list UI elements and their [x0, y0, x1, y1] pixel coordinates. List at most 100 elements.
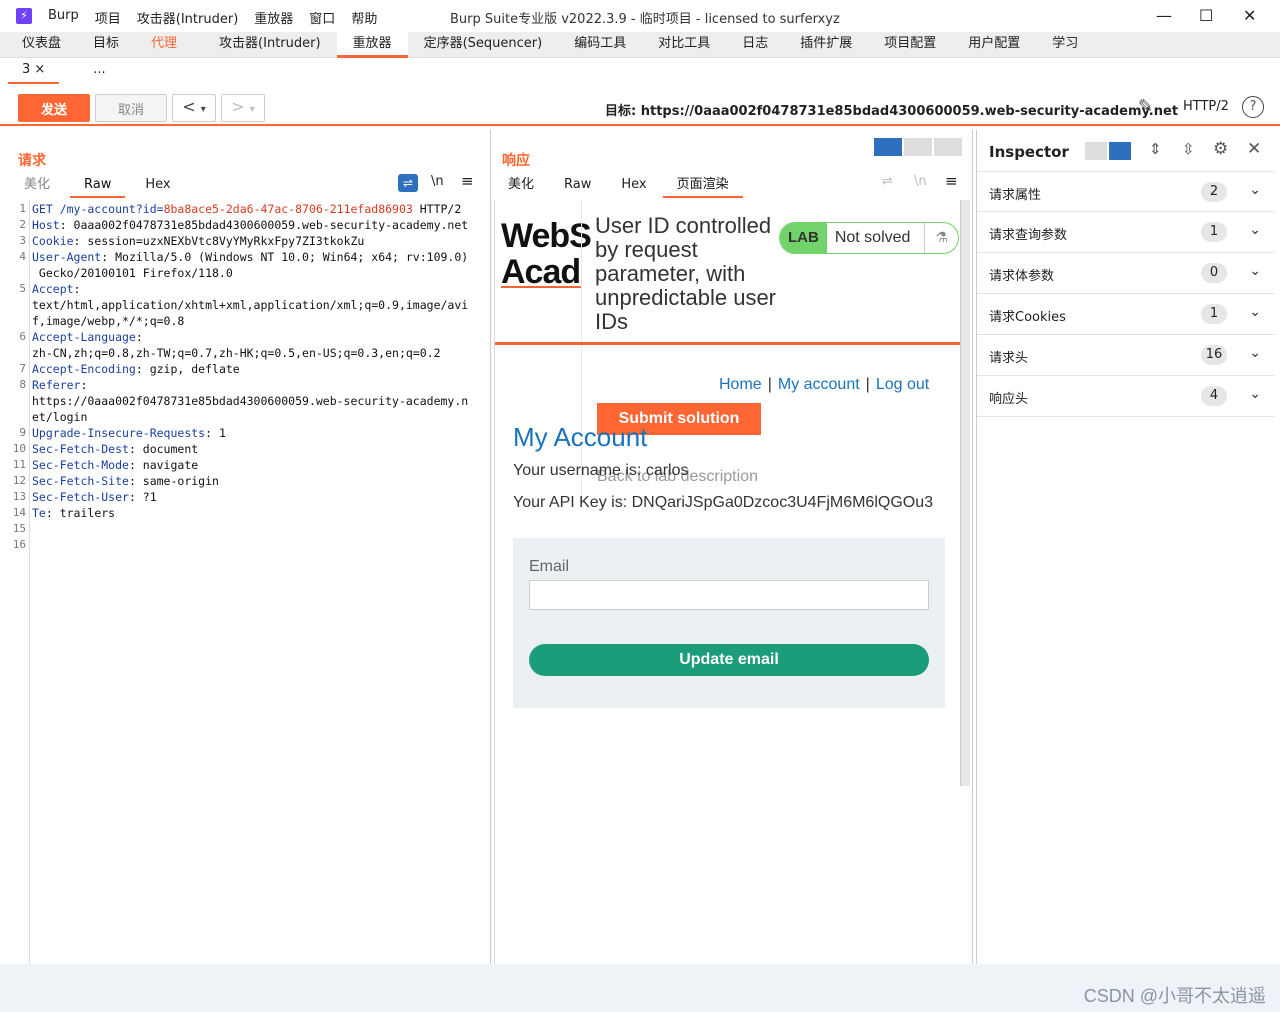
tab-dashboard[interactable]: 仪表盘	[0, 32, 77, 58]
response-scrollbar[interactable]	[960, 200, 970, 786]
layout-horizontal-icon[interactable]	[904, 138, 932, 156]
tab-target[interactable]: 目标	[77, 32, 135, 58]
response-tab-pretty[interactable]: 美化	[494, 174, 548, 198]
close-icon[interactable]: ✕	[1243, 6, 1256, 25]
inspector-row-query-params[interactable]: 请求查询参数 1 ⌄	[977, 212, 1275, 253]
header-key: Accept	[32, 282, 74, 296]
tab-extender[interactable]: 插件扩展	[784, 32, 868, 58]
cancel-button[interactable]: 取消	[95, 94, 167, 122]
request-line[interactable]: Upgrade-Insecure-Requests: 1	[32, 426, 226, 440]
menu-burp[interactable]: Burp	[48, 8, 79, 27]
line-text: https://0aaa002f0478731e85bdad4300600059…	[32, 394, 469, 408]
newline-icon[interactable]: \n	[431, 174, 444, 189]
maximize-icon[interactable]: ☐	[1199, 6, 1213, 25]
close-inspector-icon[interactable]: ✕	[1247, 139, 1261, 159]
menu-project[interactable]: 项目	[95, 8, 121, 27]
inspector-row-response-headers[interactable]: 响应头 4 ⌄	[977, 376, 1275, 417]
email-field[interactable]	[529, 580, 929, 610]
menu-repeater[interactable]: 重放器	[254, 8, 293, 27]
request-editor[interactable]: 1 GET /my-account?id=8ba8ace5-2da6-47ac-8…	[8, 200, 490, 964]
inspector-layout-right-icon[interactable]	[1109, 142, 1131, 160]
tab-proxy[interactable]: 代理	[135, 32, 193, 58]
inspector-row-cookies[interactable]: 请求Cookies 1 ⌄	[977, 294, 1275, 335]
menu-help[interactable]: 帮助	[351, 8, 377, 27]
inspector-layout-toggle[interactable]	[1085, 142, 1133, 160]
http-version-toggle[interactable]: HTTP/2	[1183, 99, 1229, 114]
header-key: GET /my-account?id=	[32, 202, 164, 216]
history-forward-button[interactable]: > ▾	[221, 94, 265, 122]
request-line[interactable]: zh-CN,zh;q=0.8,zh-TW;q=0.7,zh-HK;q=0.5,e…	[32, 346, 441, 360]
count-badge: 0	[1201, 263, 1227, 283]
update-email-button[interactable]: Update email	[529, 644, 929, 676]
edit-icon[interactable]: ✎	[1138, 96, 1153, 117]
send-button[interactable]: 发送	[18, 94, 90, 122]
request-line[interactable]: Accept-Language:	[32, 330, 143, 344]
tab-user-options[interactable]: 用户配置	[952, 32, 1036, 58]
request-tab-pretty[interactable]: 美化	[10, 174, 64, 198]
request-line[interactable]: User-Agent: Mozilla/5.0 (Windows NT 10.0…	[32, 250, 468, 264]
collapse-all-icon[interactable]: ⇳	[1182, 140, 1195, 158]
nav-my-account[interactable]: My account	[778, 376, 860, 393]
tab-learn[interactable]: 学习	[1036, 32, 1094, 58]
request-line[interactable]: Sec-Fetch-User: ?1	[32, 490, 157, 504]
repeater-tab-3[interactable]: 3 ×	[8, 58, 60, 84]
chevron-down-icon: ⌄	[1249, 386, 1261, 402]
inspector-row-request-headers[interactable]: 请求头 16 ⌄	[977, 335, 1275, 376]
line-text: :	[135, 330, 143, 344]
menu-icon[interactable]: ≡	[945, 172, 958, 190]
header-key: Referer	[32, 378, 81, 392]
tab-comparer[interactable]: 对比工具	[642, 32, 726, 58]
response-tab-hex[interactable]: Hex	[607, 174, 660, 198]
layout-split-icon[interactable]	[874, 138, 902, 156]
menu-window[interactable]: 窗口	[309, 8, 335, 27]
tab-decoder[interactable]: 编码工具	[558, 32, 642, 58]
request-line[interactable]: f,image/webp,*/*;q=0.8	[32, 314, 184, 328]
layout-single-icon[interactable]	[934, 138, 962, 156]
layout-toggle[interactable]	[874, 138, 964, 156]
request-line[interactable]: Cookie: session=uzxNEXbVtc8VyYMyRkxFpy7Z…	[32, 234, 364, 248]
request-line[interactable]: Host: 0aaa002f0478731e85bdad4300600059.w…	[32, 218, 468, 232]
minimize-icon[interactable]: —	[1156, 6, 1172, 25]
request-line[interactable]: Gecko/20100101 Firefox/118.0	[32, 266, 233, 280]
request-line[interactable]: Sec-Fetch-Dest: document	[32, 442, 198, 456]
request-line[interactable]: Te: trailers	[32, 506, 115, 520]
inspector-row-body-params[interactable]: 请求体参数 0 ⌄	[977, 253, 1275, 294]
line-number: 8	[19, 378, 26, 391]
inspector-row-request-attributes[interactable]: 请求属性 2 ⌄	[977, 171, 1275, 212]
request-view-tabs: 美化 Raw Hex	[10, 174, 185, 198]
request-line[interactable]: Sec-Fetch-Site: same-origin	[32, 474, 219, 488]
menu-intruder[interactable]: 攻击器(Intruder)	[137, 8, 239, 27]
repeater-tab-more[interactable]: ...	[79, 58, 119, 84]
menu-icon[interactable]: ≡	[461, 172, 474, 190]
settings-icon[interactable]: ⚙	[1213, 139, 1228, 159]
request-line[interactable]: https://0aaa002f0478731e85bdad4300600059…	[32, 394, 468, 408]
nav-log-out[interactable]: Log out	[876, 376, 929, 393]
request-line[interactable]: text/html,application/xhtml+xml,applicat…	[32, 298, 468, 312]
expand-all-icon[interactable]: ⇕	[1149, 140, 1162, 158]
line-number: 1	[19, 202, 26, 215]
request-tab-raw[interactable]: Raw	[70, 174, 126, 198]
response-tab-raw[interactable]: Raw	[550, 174, 605, 198]
request-line[interactable]: Accept:	[32, 282, 80, 296]
tab-logger[interactable]: 日志	[726, 32, 784, 58]
request-line[interactable]: et/login	[32, 410, 87, 424]
nav-home[interactable]: Home	[719, 376, 762, 393]
line-text: :	[80, 378, 88, 392]
logo-underline	[501, 286, 581, 288]
request-tab-hex[interactable]: Hex	[131, 174, 184, 198]
request-line[interactable]: Referer:	[32, 378, 87, 392]
help-icon[interactable]: ?	[1242, 96, 1264, 118]
tab-project-options[interactable]: 项目配置	[868, 32, 952, 58]
line-text: : navigate	[128, 458, 199, 472]
inspector-layout-left-icon[interactable]	[1085, 142, 1107, 160]
request-line[interactable]: Accept-Encoding: gzip, deflate	[32, 362, 240, 376]
tab-sequencer[interactable]: 定序器(Sequencer)	[408, 32, 559, 58]
request-line[interactable]: GET /my-account?id=8ba8ace5-2da6-47ac-87…	[32, 202, 461, 216]
history-back-button[interactable]: < ▾	[172, 94, 216, 122]
tab-repeater[interactable]: 重放器	[336, 32, 408, 58]
tab-intruder[interactable]: 攻击器(Intruder)	[193, 32, 337, 58]
header-key: Accept-Language	[32, 330, 136, 344]
request-line[interactable]: Sec-Fetch-Mode: navigate	[32, 458, 198, 472]
wrap-icon[interactable]: ⇌	[398, 174, 418, 192]
response-tab-render[interactable]: 页面渲染	[662, 174, 743, 198]
